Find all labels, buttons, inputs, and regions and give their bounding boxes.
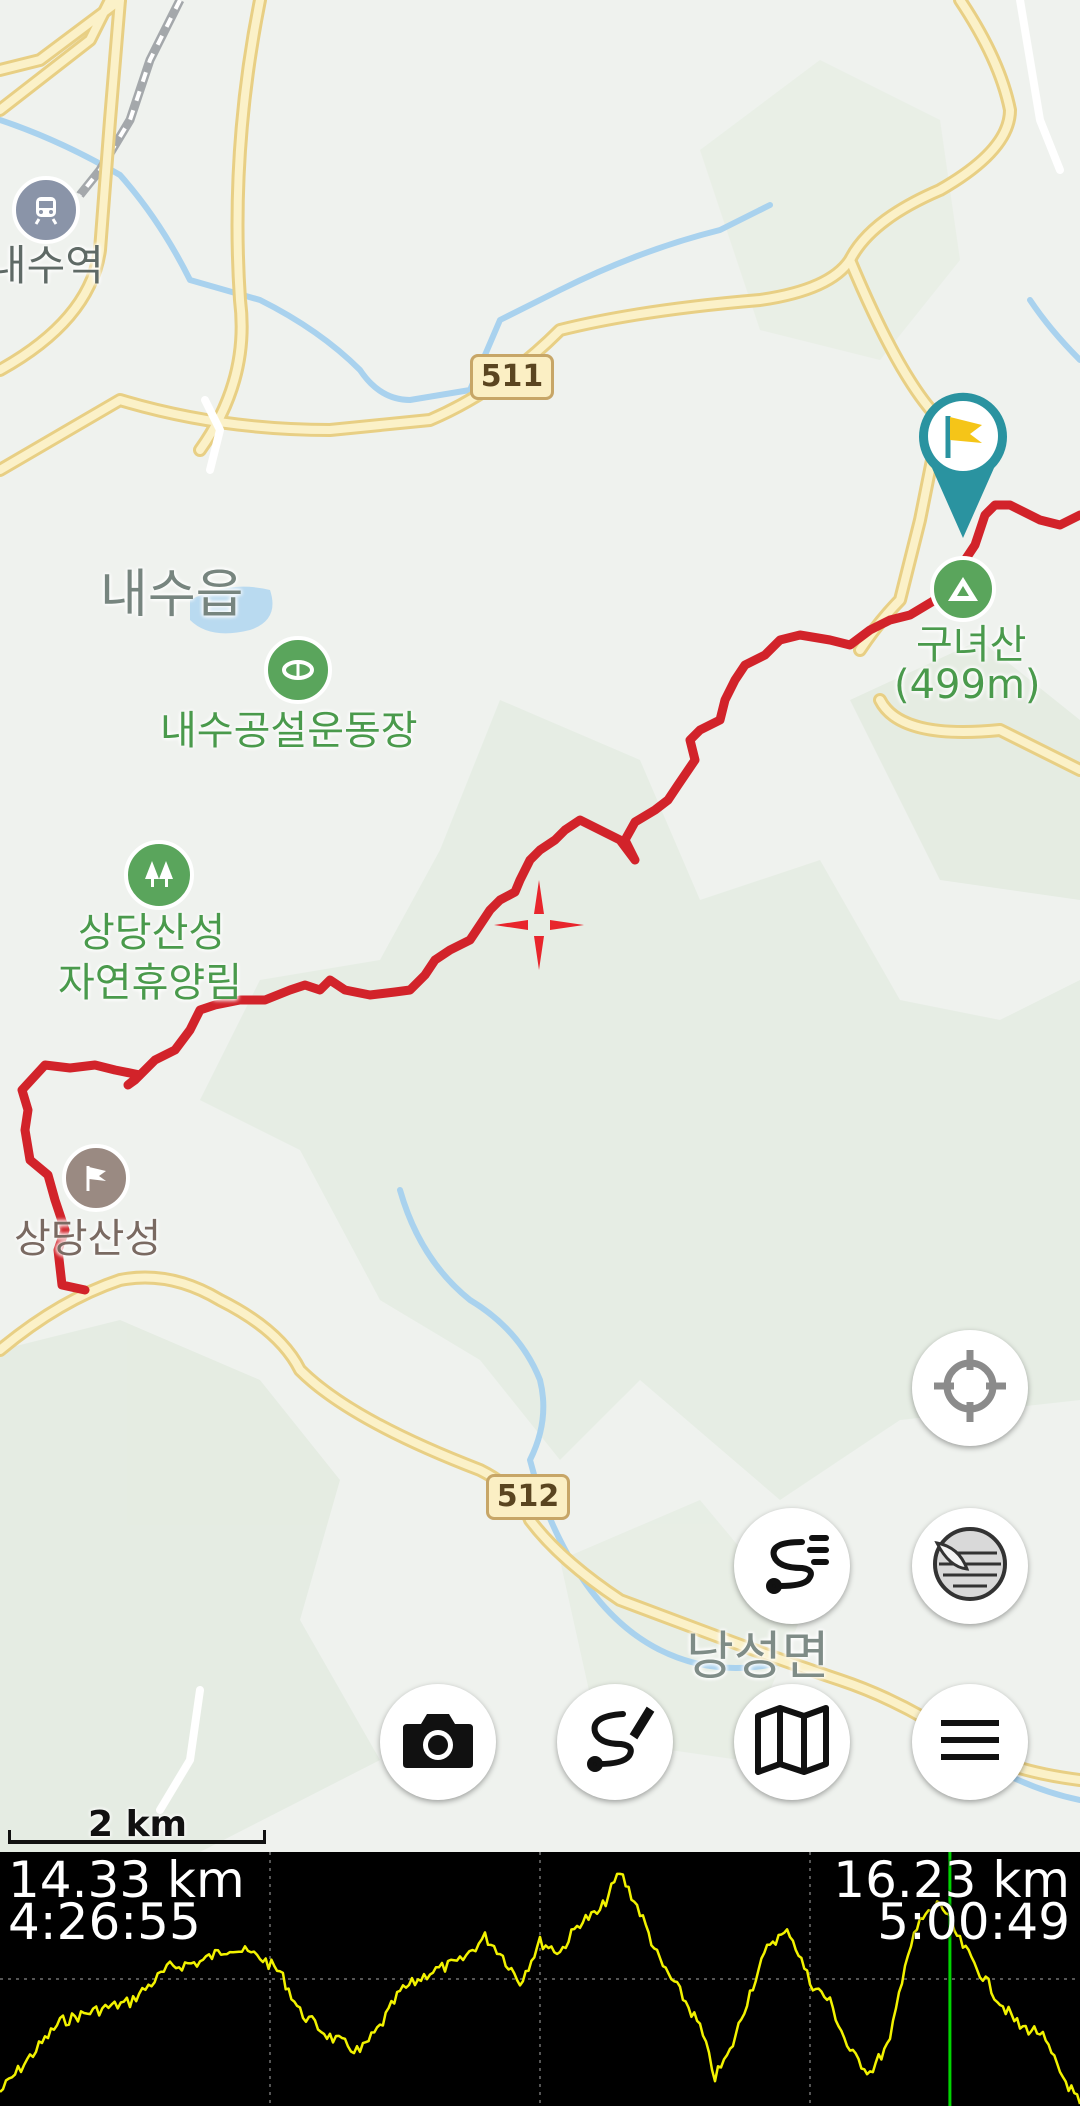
menu-icon: [939, 1718, 1001, 1766]
draw-route-icon: [575, 1700, 655, 1784]
route-list-button[interactable]: [734, 1508, 850, 1624]
scale-bar-label: 2 km: [88, 1804, 188, 1845]
fortress-flag-icon[interactable]: [62, 1144, 130, 1212]
map-view[interactable]: 511 512 내수역 내수읍 내수공설운동장 상당산성 자연휴양림 상당산성 …: [0, 0, 1080, 1852]
label-stadium: 내수공설운동장: [160, 708, 418, 754]
camera-icon: [401, 1710, 475, 1774]
label-peak-elevation: (499m): [894, 662, 1041, 708]
draw-route-button[interactable]: [557, 1684, 673, 1800]
route-list-icon: [752, 1524, 832, 1608]
layers-button[interactable]: [912, 1508, 1028, 1624]
destination-flag-marker[interactable]: [918, 390, 1008, 540]
camera-button[interactable]: [380, 1684, 496, 1800]
map-icon: [754, 1704, 830, 1780]
elevation-profile-panel[interactable]: 14.33 km 4:26:55 16.23 km 5:00:49: [0, 1852, 1080, 2106]
map-button[interactable]: [734, 1684, 850, 1800]
layers-icon: [929, 1523, 1011, 1609]
menu-button[interactable]: [912, 1684, 1028, 1800]
profile-right-time: 5:00:49: [877, 1893, 1070, 1951]
label-station: 내수역: [0, 241, 104, 290]
locate-button[interactable]: [912, 1330, 1028, 1446]
scale-bar: 2 km: [8, 1804, 268, 1845]
label-forest-line2: 자연휴양림: [58, 960, 242, 1006]
label-town-naesu: 내수읍: [100, 565, 244, 625]
label-fortress: 상당산성: [14, 1216, 162, 1262]
stadium-icon[interactable]: [264, 636, 332, 704]
scale-bar-line: [8, 1830, 266, 1844]
map-center-crosshair-icon: [494, 880, 584, 970]
profile-left-time: 4:26:55: [8, 1893, 201, 1951]
crosshair-icon: [930, 1346, 1010, 1430]
label-town-nangseong: 낭성면: [686, 1627, 830, 1687]
road-shield-512: 512: [486, 1474, 570, 1520]
road-shield-511: 511: [470, 354, 554, 400]
